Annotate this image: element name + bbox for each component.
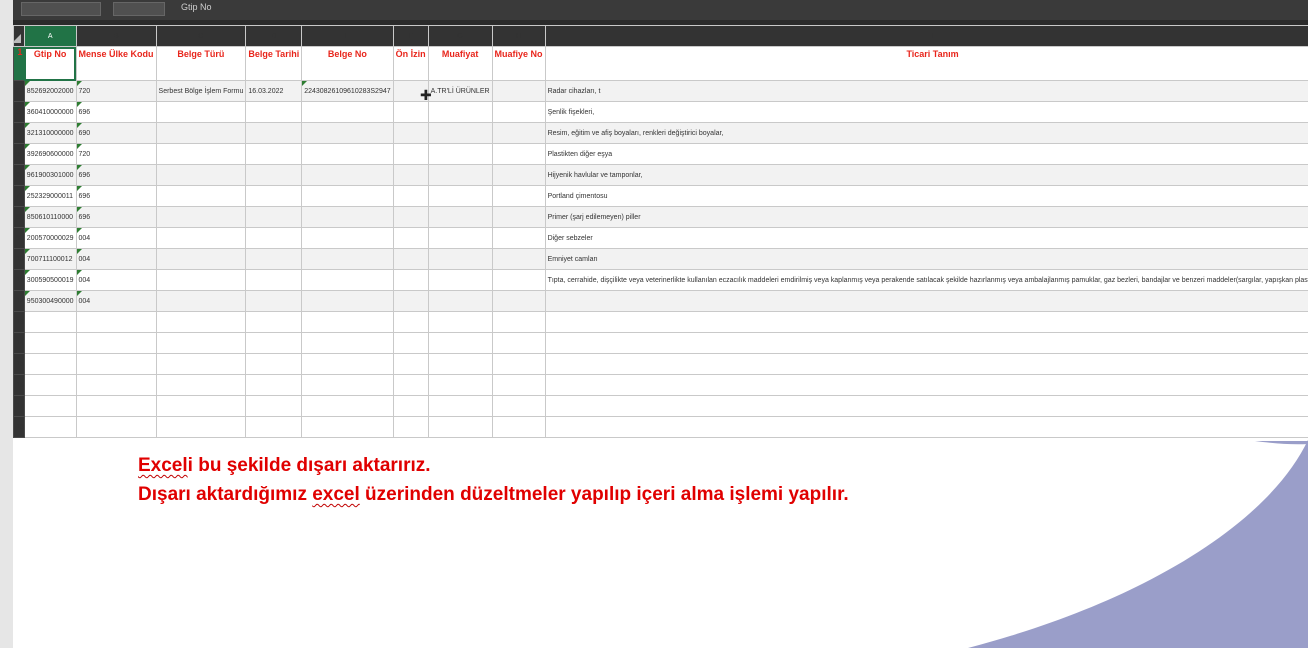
note-excel-word: Excel <box>138 455 188 476</box>
note-line-1: Exceli bu şekilde dışarı aktarırız. <box>138 455 431 476</box>
note-excel-word-2: excel <box>312 484 360 505</box>
note-line-2: Dışarı aktardığımız excel üzerinden düze… <box>138 484 849 505</box>
slide-notes: Exceli bu şekilde dışarı aktarırız. Dışa… <box>138 451 849 509</box>
decorative-swoosh <box>968 440 1308 648</box>
